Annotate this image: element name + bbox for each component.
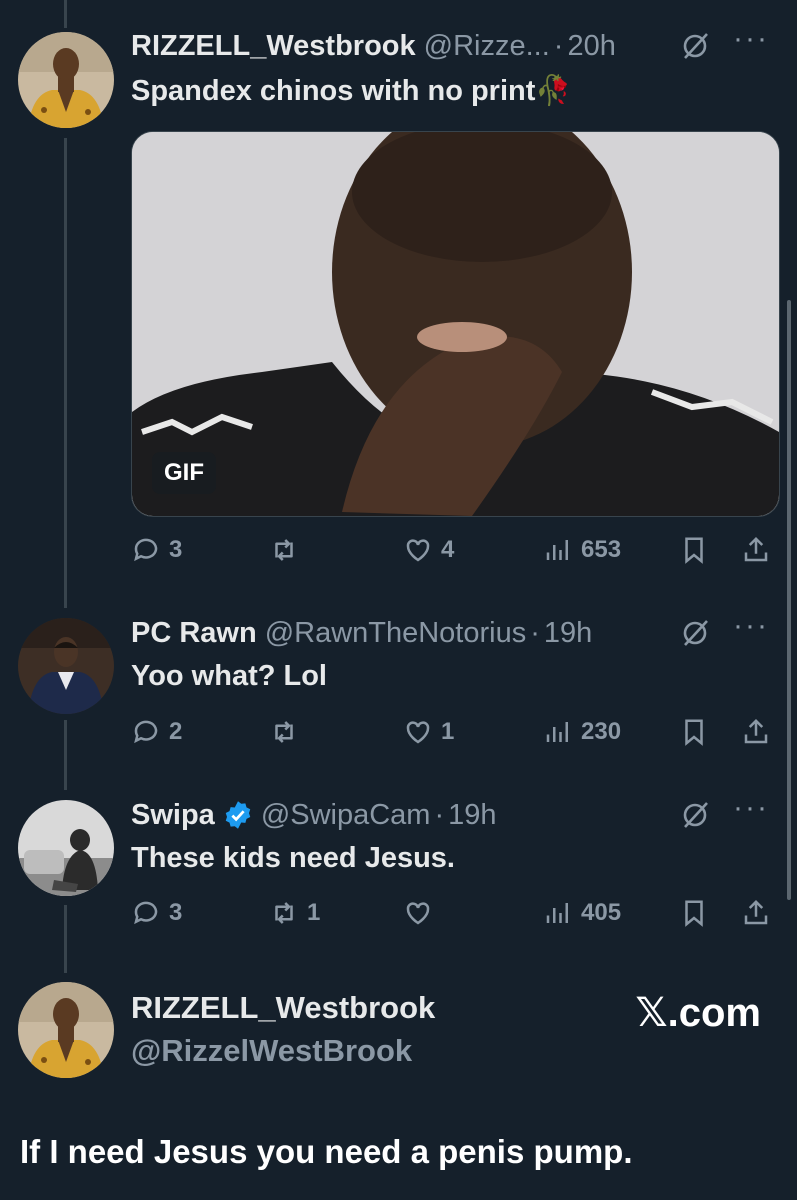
thread-line bbox=[64, 138, 67, 608]
thread-line bbox=[64, 0, 67, 28]
user-handle[interactable]: @RawnTheNotorius bbox=[265, 617, 527, 650]
separator-dot: · bbox=[434, 798, 445, 831]
bookmark-icon bbox=[685, 719, 703, 746]
repost-icon bbox=[275, 721, 293, 743]
reply-icon bbox=[134, 720, 158, 744]
user-handle[interactable]: @SwipaCam bbox=[261, 799, 431, 832]
x-logo-icon: 𝕏 bbox=[635, 990, 668, 1036]
repost-button[interactable] bbox=[269, 535, 307, 565]
display-name[interactable]: RIZZELL_Westbrook bbox=[131, 30, 416, 63]
bookmark-button[interactable] bbox=[679, 898, 709, 928]
timestamp[interactable]: 19h bbox=[544, 617, 592, 650]
like-button[interactable]: 1 bbox=[403, 717, 454, 747]
like-button[interactable] bbox=[403, 898, 441, 928]
like-count: 1 bbox=[441, 718, 455, 745]
share-icon bbox=[744, 718, 768, 744]
reply-text: If I need Jesus you need a penis pump. bbox=[20, 1133, 633, 1170]
reply-button[interactable]: 3 bbox=[131, 898, 182, 928]
share-icon bbox=[744, 536, 768, 562]
repost-button[interactable]: 1 bbox=[269, 898, 320, 928]
tweet-text: These kids need Jesus. bbox=[131, 842, 455, 874]
share-icon bbox=[744, 899, 768, 925]
user-handle[interactable]: @Rizze... bbox=[424, 30, 550, 63]
reply-count: 3 bbox=[169, 536, 183, 563]
gif-media[interactable]: GIF bbox=[131, 131, 780, 517]
reply-button[interactable]: 3 bbox=[131, 535, 182, 565]
reply-count: 3 bbox=[169, 899, 183, 926]
reply-user-handle[interactable]: @RizzelWestBrook bbox=[131, 1033, 412, 1069]
avatar[interactable] bbox=[18, 982, 114, 1078]
like-icon bbox=[406, 721, 430, 744]
more-icon[interactable]: ··· bbox=[733, 611, 769, 645]
grok-icon[interactable] bbox=[679, 30, 711, 62]
like-button[interactable]: 4 bbox=[403, 535, 454, 565]
avatar[interactable] bbox=[18, 800, 114, 896]
bookmark-icon bbox=[685, 537, 703, 564]
like-icon bbox=[406, 539, 430, 562]
tweet-header: Swipa @SwipaCam · 19h ··· bbox=[131, 793, 769, 835]
timestamp[interactable]: 20h bbox=[567, 30, 615, 63]
views-icon bbox=[546, 540, 568, 560]
views-icon bbox=[546, 903, 568, 923]
tweet-header: RIZZELL_Westbrook @Rizze... · 20h ··· bbox=[131, 24, 769, 66]
more-icon[interactable]: ··· bbox=[733, 793, 769, 827]
bookmark-icon bbox=[685, 900, 703, 927]
views-count: 653 bbox=[581, 536, 622, 563]
more-icon[interactable]: ··· bbox=[733, 24, 769, 58]
tweet-actions: 3 1 405 bbox=[131, 893, 776, 933]
tweet-header: PC Rawn @RawnTheNotorius · 19h ··· bbox=[131, 611, 769, 653]
views-button[interactable]: 405 bbox=[543, 898, 621, 928]
repost-button[interactable] bbox=[269, 717, 307, 747]
repost-icon bbox=[275, 902, 293, 924]
views-count: 230 bbox=[581, 718, 622, 745]
grok-icon[interactable] bbox=[679, 799, 711, 831]
views-count: 405 bbox=[581, 899, 622, 926]
views-icon bbox=[546, 722, 568, 742]
reply-count: 2 bbox=[169, 718, 183, 745]
reply-icon bbox=[134, 538, 158, 562]
display-name[interactable]: Swipa bbox=[131, 799, 215, 832]
thread-line bbox=[64, 905, 67, 973]
tweet-text: Spandex chinos with no print🥀 bbox=[131, 74, 572, 108]
tweet-actions: 2 1 230 bbox=[131, 712, 776, 752]
verified-icon bbox=[225, 801, 251, 829]
like-icon bbox=[406, 902, 430, 925]
avatar[interactable] bbox=[18, 32, 114, 128]
repost-count: 1 bbox=[307, 899, 321, 926]
reply-display-name[interactable]: RIZZELL_Westbrook bbox=[131, 990, 435, 1026]
timestamp[interactable]: 19h bbox=[448, 799, 496, 832]
bookmark-button[interactable] bbox=[679, 535, 709, 565]
x-domain-suffix: .com bbox=[667, 991, 761, 1035]
separator-dot: · bbox=[553, 29, 564, 62]
share-button[interactable] bbox=[741, 535, 771, 565]
tweet-text-content: Spandex chinos with no print bbox=[131, 75, 536, 107]
reply-icon bbox=[134, 901, 158, 925]
share-button[interactable] bbox=[741, 898, 771, 928]
tweet-actions: 3 4 653 bbox=[131, 530, 776, 570]
gif-badge: GIF bbox=[152, 452, 216, 494]
tweet-text: Yoo what? Lol bbox=[131, 660, 327, 692]
avatar[interactable] bbox=[18, 618, 114, 714]
scrollbar[interactable] bbox=[787, 300, 791, 900]
separator-dot: · bbox=[530, 616, 540, 649]
display-name[interactable]: PC Rawn bbox=[131, 617, 257, 650]
views-button[interactable]: 230 bbox=[543, 717, 621, 747]
like-count: 4 bbox=[441, 536, 455, 563]
x-brand-logo: 𝕏.com bbox=[635, 990, 761, 1036]
thread-line bbox=[64, 720, 67, 790]
views-button[interactable]: 653 bbox=[543, 535, 621, 565]
reply-button[interactable]: 2 bbox=[131, 717, 182, 747]
bookmark-button[interactable] bbox=[679, 717, 709, 747]
repost-icon bbox=[275, 539, 293, 561]
gif-frame bbox=[132, 132, 779, 516]
wilted-rose-emoji: 🥀 bbox=[535, 75, 572, 107]
grok-icon[interactable] bbox=[679, 617, 711, 649]
share-button[interactable] bbox=[741, 717, 771, 747]
